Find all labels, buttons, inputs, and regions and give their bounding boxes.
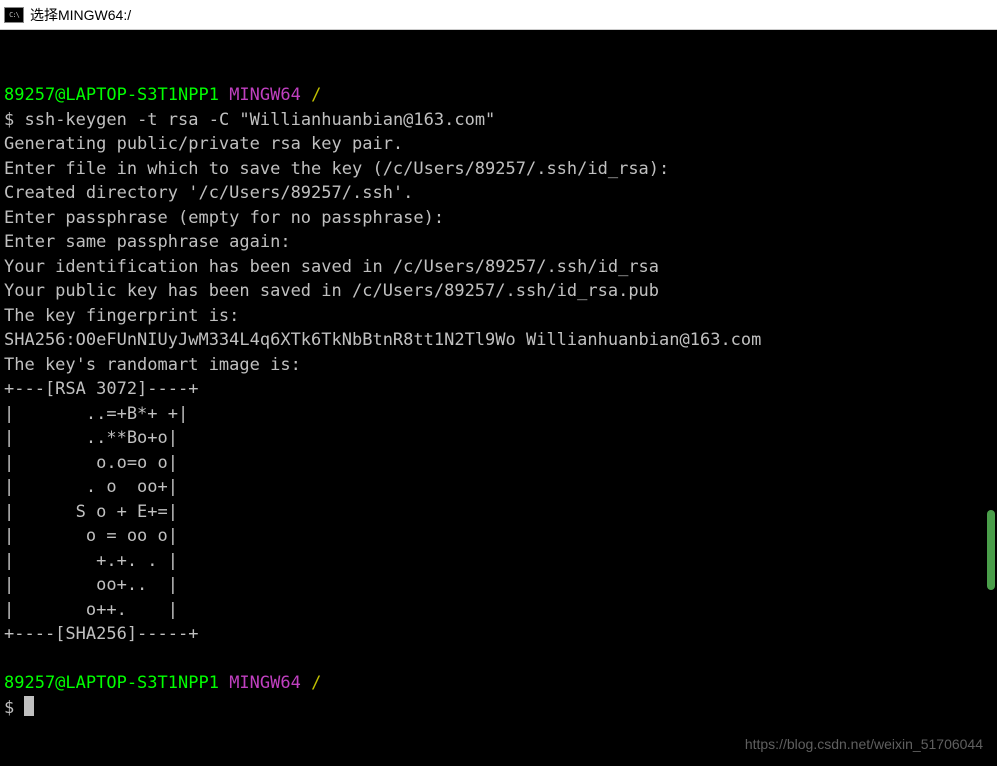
scrollbar-track[interactable] — [987, 30, 995, 766]
command-line: $ ssh-keygen -t rsa -C "Willianhuanbian@… — [4, 108, 993, 133]
randomart-line: | o = oo o| — [4, 524, 993, 549]
terminal-content[interactable]: 89257@LAPTOP-S3T1NPP1 MINGW64 /$ ssh-key… — [4, 34, 993, 766]
prompt-line: 89257@LAPTOP-S3T1NPP1 MINGW64 / — [4, 671, 993, 696]
output-line: Your identification has been saved in /c… — [4, 255, 993, 280]
randomart-line: +---[RSA 3072]----+ — [4, 377, 993, 402]
watermark: https://blog.csdn.net/weixin_51706044 — [745, 732, 983, 757]
terminal-area[interactable]: 89257@LAPTOP-S3T1NPP1 MINGW64 /$ ssh-key… — [0, 30, 997, 766]
output-line: Enter passphrase (empty for no passphras… — [4, 206, 993, 231]
user-host: 89257@LAPTOP-S3T1NPP1 — [4, 85, 219, 105]
output-line: SHA256:O0eFUnNIUyJwM334L4q6XTk6TkNbBtnR8… — [4, 328, 993, 353]
mingw-label: MINGW64 — [229, 85, 301, 105]
terminal-icon: C:\ — [4, 7, 24, 23]
output-line: Enter file in which to save the key (/c/… — [4, 157, 993, 182]
randomart-line: | oo+.. | — [4, 573, 993, 598]
window-title: 选择MINGW64:/ — [30, 5, 131, 25]
window-titlebar: C:\ 选择MINGW64:/ — [0, 0, 997, 30]
command-line[interactable]: $ — [4, 696, 993, 721]
randomart-line: | +.+. . | — [4, 549, 993, 574]
randomart-line: | o.o=o o| — [4, 451, 993, 476]
randomart-line: | ..**Bo+o| — [4, 426, 993, 451]
output-line: Generating public/private rsa key pair. — [4, 132, 993, 157]
randomart-line: +----[SHA256]-----+ — [4, 622, 993, 647]
output-line: The key fingerprint is: — [4, 304, 993, 329]
user-host: 89257@LAPTOP-S3T1NPP1 — [4, 673, 219, 693]
path: / — [311, 85, 321, 105]
output-line: Enter same passphrase again: — [4, 230, 993, 255]
randomart-line: | . o oo+| — [4, 475, 993, 500]
scrollbar-thumb[interactable] — [987, 510, 995, 590]
output-line: The key's randomart image is: — [4, 353, 993, 378]
randomart-line: | o++. | — [4, 598, 993, 623]
randomart-line: | S o + E+=| — [4, 500, 993, 525]
prompt-line: 89257@LAPTOP-S3T1NPP1 MINGW64 / — [4, 83, 993, 108]
cursor — [24, 696, 34, 716]
output-line: Created directory '/c/Users/89257/.ssh'. — [4, 181, 993, 206]
path: / — [311, 673, 321, 693]
randomart-line: | ..=+B*+ +| — [4, 402, 993, 427]
mingw-label: MINGW64 — [229, 673, 301, 693]
output-line: Your public key has been saved in /c/Use… — [4, 279, 993, 304]
